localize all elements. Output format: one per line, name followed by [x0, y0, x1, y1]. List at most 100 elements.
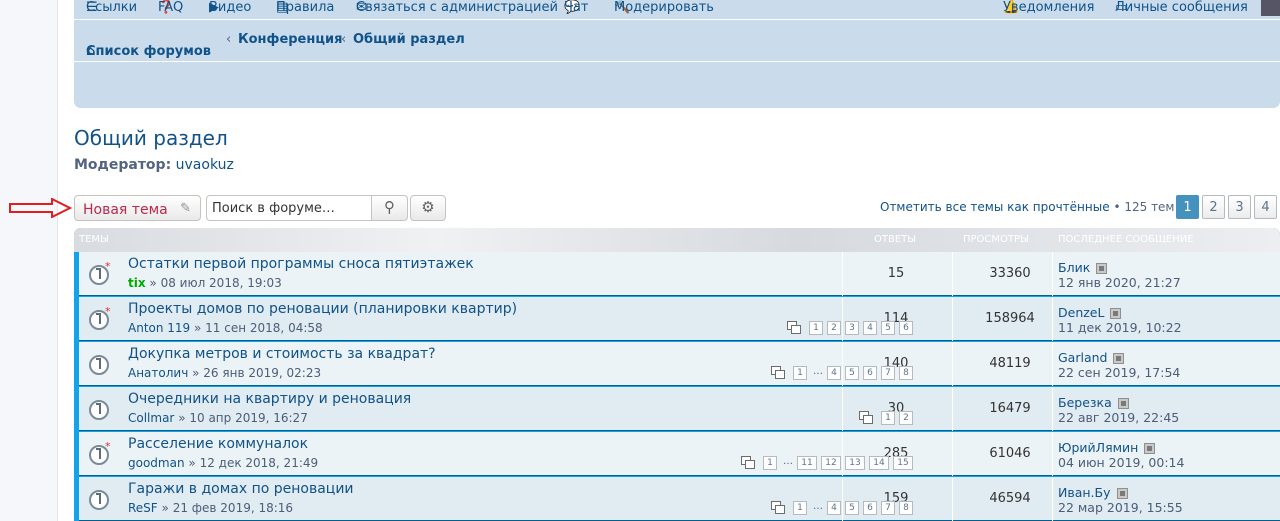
last-post-author[interactable]: ЮрийЛямин — [1058, 440, 1138, 455]
topic-views: 33360 — [989, 266, 1031, 281]
topic-page-link[interactable]: 4 — [827, 501, 841, 515]
search-button[interactable]: ⚲ — [371, 195, 408, 221]
last-post-author[interactable]: Иван.Бу — [1058, 485, 1111, 500]
last-post-date: 22 мар 2019, 15:55 — [1058, 500, 1183, 515]
topic-page-link[interactable]: 5 — [845, 501, 859, 515]
topic-meta: tix » 08 июл 2018, 19:03 — [128, 276, 282, 290]
table-row[interactable]: * Докупка метров и стоимость за квадрат? А… — [79, 342, 1280, 386]
topic-page-link[interactable]: 1 — [881, 411, 895, 425]
topic-page-link[interactable]: 1 — [763, 456, 777, 470]
topic-page-link[interactable]: 2 — [827, 321, 841, 335]
avatar[interactable] — [1261, 0, 1280, 16]
table-row[interactable]: * Очередники на квартиру и реновация Collm… — [79, 387, 1280, 431]
nav-links: ☰ Ссылки ❓ FAQ ▶ Видео ▤ Правила ✉ Связаться … — [74, 0, 1280, 18]
navbar: ☰ Ссылки ❓ FAQ ▶ Видео ▤ Правила ✉ Связаться … — [74, 0, 1280, 108]
topic-title[interactable]: Остатки первой программы сноса пятиэтаже… — [128, 256, 474, 272]
topic-meta: Анатолич » 26 янв 2019, 02:23 — [128, 366, 322, 380]
goto-post-icon[interactable] — [1110, 308, 1122, 319]
svg-text:*: * — [105, 486, 111, 498]
topic-author[interactable]: tix — [128, 276, 146, 290]
pagination-page-2[interactable]: 2 — [1202, 195, 1225, 219]
topic-page-link[interactable]: 13 — [845, 456, 865, 470]
topic-page-link[interactable]: 15 — [893, 456, 913, 470]
table-row[interactable]: * Гаражи в домах по реновации ReSF » 21 фе… — [79, 477, 1280, 521]
mark-read-link[interactable]: Отметить все темы как прочтённые — [880, 200, 1110, 214]
pagination-ellipsis: … — [813, 501, 823, 512]
pagination-page-3[interactable]: 3 — [1228, 195, 1251, 219]
topic-page-link[interactable]: 8 — [899, 366, 913, 380]
topic-author[interactable]: ReSF — [128, 501, 158, 515]
topic-date: 10 апр 2019, 16:27 — [189, 411, 308, 425]
topic-page-link[interactable]: 4 — [863, 321, 877, 335]
advanced-search-button[interactable]: ⚙ — [410, 195, 446, 221]
topic-page-link[interactable]: 3 — [845, 321, 859, 335]
pagination-ellipsis: … — [813, 366, 823, 377]
topic-status-icon: * — [89, 441, 111, 465]
topic-meta: ReSF » 21 фев 2019, 18:16 — [128, 501, 294, 515]
topic-views: 16479 — [989, 401, 1031, 416]
topic-page-link[interactable]: 6 — [899, 321, 913, 335]
topic-title[interactable]: Очередники на квартиру и реновация — [128, 391, 411, 407]
svg-text:*: * — [105, 306, 111, 318]
topic-page-link[interactable]: 12 — [821, 456, 841, 470]
moderator-link[interactable]: uvaokuz — [176, 157, 234, 173]
topic-page-link[interactable]: 6 — [863, 501, 877, 515]
goto-post-icon[interactable] — [1117, 398, 1129, 409]
table-row[interactable]: * Расселение коммуналок goodman » 12 дек 2… — [79, 432, 1280, 476]
topic-author[interactable]: goodman — [128, 456, 185, 470]
topic-author[interactable]: Collmar — [128, 411, 174, 425]
breadcrumb-conference[interactable]: Конференция — [238, 32, 342, 47]
new-topic-button[interactable]: Новая тема ✎ — [74, 195, 201, 221]
topic-page-link[interactable]: 8 — [899, 501, 913, 515]
goto-post-icon[interactable] — [1116, 488, 1128, 499]
topic-pagination: 1 … 11 12 13 14 15 — [741, 456, 913, 470]
goto-post-icon[interactable] — [1096, 263, 1108, 274]
last-post-author-line: DenzeL — [1058, 305, 1122, 320]
table-row[interactable]: * Остатки первой программы сноса пятиэтаж… — [79, 252, 1280, 296]
topic-status-icon: * — [89, 400, 109, 420]
topic-page-link[interactable]: 2 — [899, 411, 913, 425]
topic-page-link[interactable]: 4 — [827, 366, 841, 380]
topic-page-link[interactable]: 5 — [881, 321, 895, 335]
breadcrumb-general[interactable]: Общий раздел — [353, 32, 465, 47]
goto-post-icon[interactable] — [1144, 443, 1156, 454]
topic-page-link[interactable]: 5 — [845, 366, 859, 380]
topic-page-link[interactable]: 14 — [869, 456, 889, 470]
last-post-author[interactable]: Блик — [1058, 260, 1090, 275]
topic-page-link[interactable]: 1 — [793, 366, 807, 380]
topic-views: 46594 — [989, 491, 1031, 506]
topic-title[interactable]: Проекты домов по реновации (планировки к… — [128, 301, 517, 317]
last-post-author[interactable]: DenzeL — [1058, 305, 1104, 320]
table-header: Темы Ответы Просмотры Последнее сообщени… — [74, 228, 1280, 252]
topic-page-link[interactable]: 1 — [809, 321, 823, 335]
table-row[interactable]: * Проекты домов по реновации (планировки … — [79, 297, 1280, 341]
moderator-line: Модератор: uvaokuz — [74, 157, 234, 173]
topic-title[interactable]: Докупка метров и стоимость за квадрат? — [128, 346, 436, 362]
topic-page-link[interactable]: 11 — [797, 456, 817, 470]
goto-post-icon[interactable] — [1113, 353, 1125, 364]
topic-date: 12 дек 2018, 21:49 — [199, 456, 319, 470]
topic-page-link[interactable]: 6 — [863, 366, 877, 380]
pagination-page-4[interactable]: 4 — [1254, 195, 1277, 219]
topic-author[interactable]: Anton 119 — [128, 321, 190, 335]
last-post-author-line: Блик — [1058, 260, 1108, 275]
topic-page-link[interactable]: 1 — [793, 501, 807, 515]
last-post-date: 11 дек 2019, 10:22 — [1058, 320, 1182, 335]
topic-date: 26 янв 2019, 02:23 — [203, 366, 322, 380]
topic-meta: Collmar » 10 апр 2019, 16:27 — [128, 411, 308, 425]
last-post-author[interactable]: Garland — [1058, 350, 1107, 365]
topic-page-link[interactable]: 7 — [881, 366, 895, 380]
last-post-date: 22 авг 2019, 22:45 — [1058, 410, 1180, 425]
last-post-date: 22 сен 2019, 17:54 — [1058, 365, 1181, 380]
topic-title[interactable]: Расселение коммуналок — [128, 436, 308, 452]
topic-title[interactable]: Гаражи в домах по реновации — [128, 481, 354, 497]
topic-page-link[interactable]: 7 — [881, 501, 895, 515]
search-input[interactable]: Поиск в форуме… — [206, 195, 372, 221]
topic-views: 158964 — [985, 311, 1035, 326]
page-title[interactable]: Общий раздел — [74, 126, 228, 150]
topic-date: 08 июл 2018, 19:03 — [160, 276, 282, 290]
last-post-author[interactable]: Березка — [1058, 395, 1112, 410]
pagination-page-1[interactable]: 1 — [1176, 195, 1199, 219]
topic-author[interactable]: Анатолич — [128, 366, 188, 380]
header-views: Просмотры — [963, 234, 1029, 245]
